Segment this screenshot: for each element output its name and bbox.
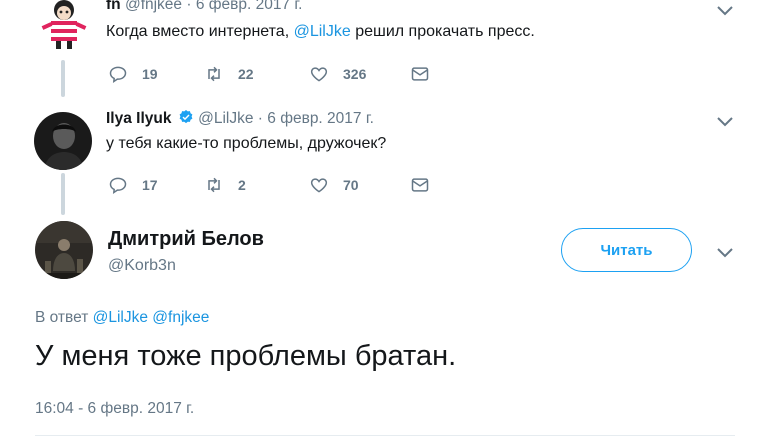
user-name[interactable]: fn	[106, 0, 121, 13]
reply-mention-fnjkee[interactable]: @fnjkee	[152, 309, 209, 326]
main-user-name[interactable]: Дмитрий Белов	[108, 228, 264, 251]
tweet-fnjkee[interactable]: fn @fnjkee · 6 февр. 2017 г. Когда вмест…	[0, 0, 776, 95]
separator-dot: ·	[257, 110, 263, 127]
direct-message-icon	[411, 67, 429, 81]
direct-message-button[interactable]	[410, 174, 430, 196]
retweet-button[interactable]: 22	[204, 63, 254, 85]
tweet-actions: 17 2 70	[106, 174, 446, 196]
tweet-text: Когда вместо интернета, @LilJke решил пр…	[106, 23, 535, 41]
like-icon	[310, 67, 328, 82]
reply-icon	[109, 66, 127, 84]
retweet-count: 22	[238, 66, 254, 82]
tweet-date[interactable]: 6 февр. 2017 г.	[196, 0, 303, 13]
verified-icon	[178, 109, 194, 125]
chevron-down-icon[interactable]	[716, 246, 734, 258]
chevron-down-icon[interactable]	[716, 115, 734, 127]
tweet-text-before: Когда вместо интернета,	[106, 23, 294, 40]
reply-prefix: В ответ	[35, 309, 89, 326]
like-button[interactable]: 70	[309, 174, 359, 196]
divider	[35, 435, 735, 436]
user-handle[interactable]: @LilJke	[198, 110, 253, 127]
reply-button[interactable]: 19	[108, 63, 158, 85]
like-button[interactable]: 326	[309, 63, 366, 85]
tweet-actions: 19 22 326	[106, 63, 446, 85]
reply-icon	[109, 177, 127, 195]
tweet-text-after: решил прокачать пресс.	[350, 23, 535, 40]
avatar-fnjkee[interactable]	[34, 0, 92, 52]
reply-count: 17	[142, 177, 158, 193]
main-tweet-text: У меня тоже проблемы братан.	[35, 340, 457, 372]
thread-connector	[61, 60, 65, 97]
tweet-header: Ilya Ilyuk @LilJke · 6 февр. 2017 г.	[106, 109, 374, 128]
follow-button[interactable]: Читать	[561, 228, 692, 272]
user-name[interactable]: Ilya Ilyuk	[106, 110, 171, 127]
user-handle[interactable]: @fnjkee	[125, 0, 182, 13]
separator-dot: ·	[186, 0, 192, 13]
thread-connector	[61, 173, 65, 215]
chevron-down-icon[interactable]	[716, 4, 734, 16]
tweet-text: у тебя какие-то проблемы, дружочек?	[106, 135, 387, 152]
retweet-icon	[208, 177, 220, 193]
retweet-icon	[208, 66, 220, 82]
reply-count: 19	[142, 66, 158, 82]
tweet-header: fn @fnjkee · 6 февр. 2017 г.	[106, 0, 302, 14]
like-icon	[310, 178, 328, 193]
main-user-handle[interactable]: @Korb3n	[108, 257, 176, 275]
like-count: 326	[343, 66, 367, 82]
direct-message-button[interactable]	[410, 63, 430, 85]
like-count: 70	[343, 177, 359, 193]
retweet-button[interactable]: 2	[204, 174, 246, 196]
mention-link[interactable]: @LilJke	[294, 23, 351, 40]
avatar-liljke[interactable]	[34, 112, 92, 170]
retweet-count: 2	[238, 177, 246, 193]
tweet-timestamp[interactable]: 16:04 - 6 февр. 2017 г.	[35, 400, 194, 418]
direct-message-icon	[411, 178, 429, 192]
tweet-liljke[interactable]: Ilya Ilyuk @LilJke · 6 февр. 2017 г. у т…	[0, 95, 776, 205]
tweet-date[interactable]: 6 февр. 2017 г.	[267, 110, 374, 127]
avatar-korb3n[interactable]	[35, 221, 93, 279]
reply-to-context: В ответ @LilJke @fnjkee	[35, 309, 209, 327]
reply-mention-liljke[interactable]: @LilJke	[93, 309, 148, 326]
reply-button[interactable]: 17	[108, 174, 158, 196]
